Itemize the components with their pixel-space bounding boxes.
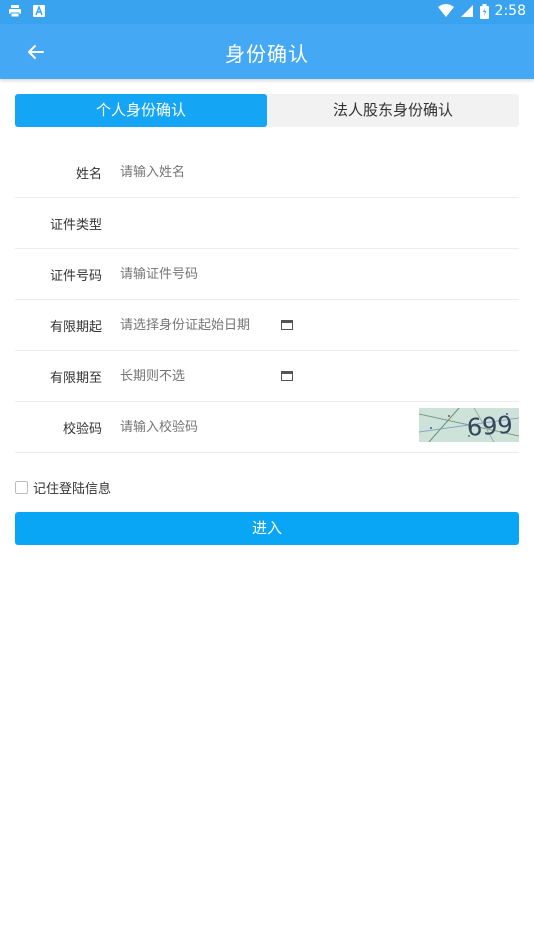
a-icon: [33, 5, 45, 17]
valid-to-label: 有限期至: [49, 370, 102, 386]
valid-from-label: 有限期起: [49, 319, 102, 335]
valid-to-row: 有限期至: [15, 351, 519, 402]
tab-personal-identity[interactable]: 个人身份确认: [15, 94, 267, 127]
battery-icon: [479, 3, 489, 19]
id-type-label: 证件类型: [49, 217, 102, 233]
id-type-row[interactable]: 证件类型: [15, 198, 519, 249]
valid-from-row: 有限期起: [15, 300, 519, 351]
captcha-label: 校验码: [62, 421, 102, 437]
app-bar: 身份确认: [0, 24, 534, 79]
calendar-icon[interactable]: [281, 319, 293, 330]
captcha-row: 校验码 699: [15, 402, 519, 453]
checkbox[interactable]: [15, 481, 28, 494]
id-number-row: 证件号码: [15, 249, 519, 300]
id-number-label: 证件号码: [49, 268, 102, 284]
name-row: 姓名: [15, 147, 519, 198]
print-icon: [9, 5, 21, 18]
valid-to-date-input[interactable]: [120, 368, 519, 384]
tab-corporate-shareholder-identity[interactable]: 法人股东身份确认: [267, 94, 519, 127]
captcha-text: 699: [466, 411, 514, 442]
id-number-input[interactable]: [120, 266, 519, 282]
enter-button[interactable]: 进入: [15, 512, 519, 545]
calendar-icon[interactable]: [281, 370, 293, 381]
signal-icon: [460, 5, 473, 17]
page-title: 身份确认: [225, 42, 309, 66]
status-bar: 2:58: [0, 0, 534, 24]
captcha-image[interactable]: 699: [419, 408, 519, 442]
identity-form: 姓名 证件类型 证件号码 有限期起 有限期至 校验码: [15, 147, 519, 453]
name-label: 姓名: [75, 166, 102, 182]
valid-from-date-input[interactable]: [120, 317, 519, 333]
status-time: 2:58: [494, 3, 526, 19]
name-input[interactable]: [120, 164, 519, 180]
wifi-icon: [437, 4, 454, 17]
remember-login-checkbox[interactable]: 记住登陆信息: [15, 478, 111, 497]
identity-type-tabs: 个人身份确认 法人股东身份确认: [15, 94, 519, 127]
remember-login-label: 记住登陆信息: [33, 482, 112, 497]
